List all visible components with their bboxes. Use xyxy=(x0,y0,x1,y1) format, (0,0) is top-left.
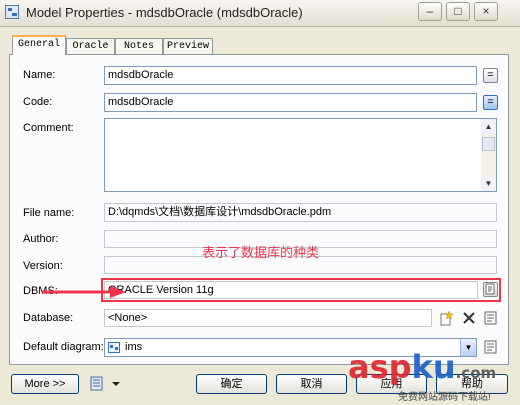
cancel-button[interactable]: 取消 xyxy=(276,374,347,394)
name-label: Name: xyxy=(23,69,56,81)
comment-label: Comment: xyxy=(23,122,74,134)
code-field[interactable]: mdsdbOracle xyxy=(104,93,477,112)
comment-textarea[interactable] xyxy=(104,118,497,192)
tab-general[interactable]: General xyxy=(12,35,66,55)
watermark-logo: aspku.com xyxy=(348,348,497,386)
author-label: Author: xyxy=(23,233,59,245)
code-label: Code: xyxy=(23,96,53,108)
scroll-thumb[interactable] xyxy=(482,137,495,151)
new-database-icon[interactable] xyxy=(438,310,454,326)
scroll-down-icon[interactable]: ▼ xyxy=(481,176,496,191)
tab-oracle[interactable]: Oracle xyxy=(66,38,115,54)
name-field[interactable]: mdsdbOracle xyxy=(104,66,477,85)
version-label: Version: xyxy=(23,260,63,272)
more-button[interactable]: More >> xyxy=(11,374,79,394)
annotation-arrow-icon xyxy=(42,286,126,298)
ok-button[interactable]: 确定 xyxy=(196,374,267,394)
close-button[interactable]: × xyxy=(474,2,498,21)
window-title: Model Properties - mdsdbOracle (mdsdbOra… xyxy=(26,5,303,20)
code-equals-button[interactable]: = xyxy=(483,95,498,110)
filename-field[interactable]: D:\dqmds\文档\数据库设计\mdsdbOracle.pdm xyxy=(104,203,497,222)
dbms-annotation: 表示了数据库的种类 xyxy=(202,245,320,260)
menu-list-icon[interactable] xyxy=(88,375,122,393)
diagram-icon xyxy=(108,342,120,353)
minimize-button[interactable]: – xyxy=(418,2,442,21)
database-properties-icon[interactable] xyxy=(483,310,499,326)
scroll-up-icon[interactable]: ▲ xyxy=(481,119,496,134)
tab-preview[interactable]: Preview xyxy=(163,38,213,54)
name-equals-button[interactable]: = xyxy=(483,68,498,83)
watermark-tagline: 免费网站源码下载站! xyxy=(398,392,491,403)
database-field[interactable]: <None> xyxy=(104,309,432,327)
model-icon xyxy=(5,5,19,19)
dbms-highlight-box xyxy=(101,278,501,302)
default-diagram-label: Default diagram: xyxy=(23,341,104,353)
delete-database-icon[interactable] xyxy=(461,310,477,326)
tab-notes[interactable]: Notes xyxy=(115,38,163,54)
filename-label: File name: xyxy=(23,207,75,219)
maximize-button[interactable]: □ xyxy=(446,2,470,21)
database-label: Database: xyxy=(23,312,74,324)
